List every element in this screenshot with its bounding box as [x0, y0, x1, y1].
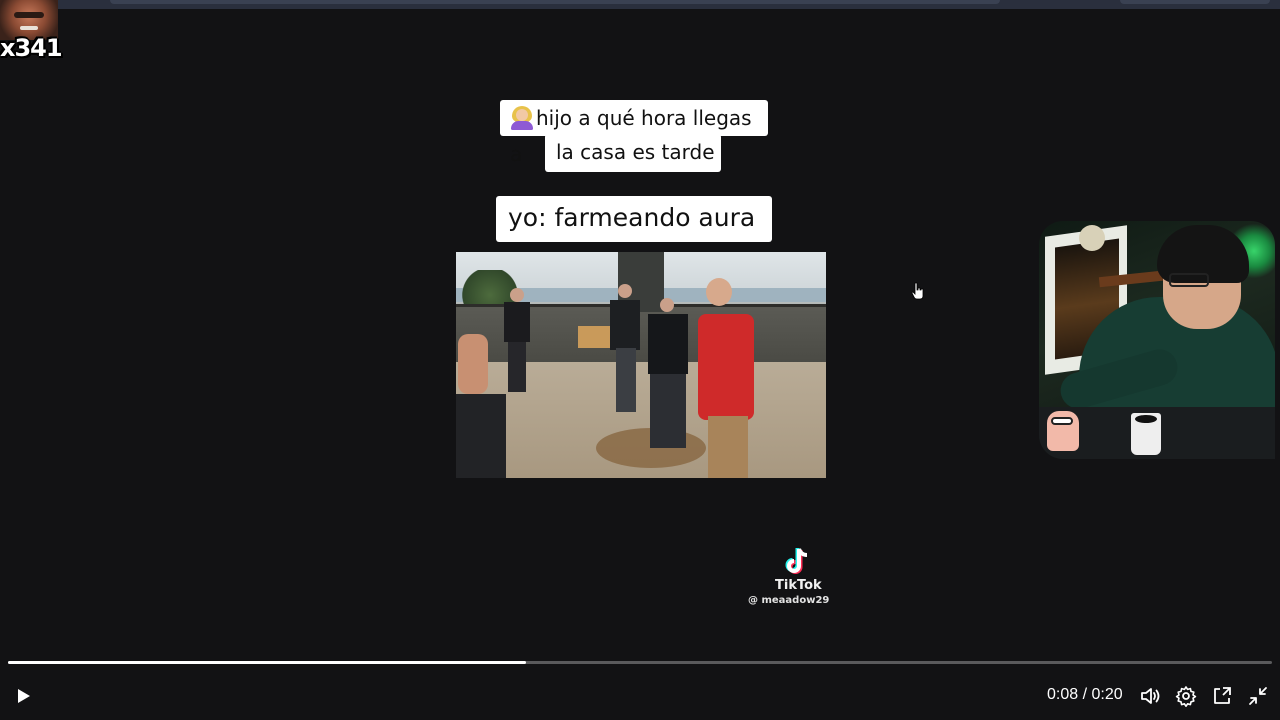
- top-bar-segment: [1120, 0, 1270, 4]
- volume-icon: [1141, 688, 1160, 704]
- play-button[interactable]: [10, 683, 36, 709]
- caption-line-1: hijo a qué hora llegas a: [500, 100, 768, 166]
- volume-button[interactable]: [1138, 684, 1162, 708]
- exit-fullscreen-button[interactable]: [1246, 684, 1270, 708]
- overlay-multiplier-text: x341: [0, 34, 63, 62]
- avatar-eyes: [14, 12, 44, 18]
- hand-cursor-icon: [911, 282, 924, 300]
- play-icon: [18, 689, 30, 703]
- exit-fullscreen-icon: [1249, 687, 1267, 705]
- caption-line-2: la casa es tarde: [545, 134, 721, 172]
- picture-in-picture-button[interactable]: [1210, 684, 1234, 708]
- video-player[interactable]: x341 hijo a qué hora llegas a la casa es…: [0, 0, 1280, 720]
- time-display: 0:08 / 0:20: [1047, 686, 1123, 703]
- woman-emoji-icon: [510, 106, 534, 130]
- settings-button[interactable]: [1174, 684, 1198, 708]
- tiktok-username: @ meaadow29: [748, 595, 830, 606]
- top-bar-segment: [110, 0, 1000, 4]
- tiktok-logo-icon: [785, 548, 808, 574]
- progress-bar-fill: [8, 661, 527, 664]
- caption-punchline: yo: farmeando aura: [496, 196, 772, 242]
- picture-in-picture-icon: [1214, 687, 1231, 704]
- video-scene-image: [456, 252, 826, 478]
- avatar-mouth: [20, 26, 38, 30]
- gear-icon: [1175, 686, 1197, 707]
- progress-bar[interactable]: [8, 661, 1272, 664]
- streamer-webcam: [1039, 221, 1275, 459]
- tiktok-brand-text: TikTok: [775, 578, 822, 593]
- browser-top-strip: [0, 0, 1280, 9]
